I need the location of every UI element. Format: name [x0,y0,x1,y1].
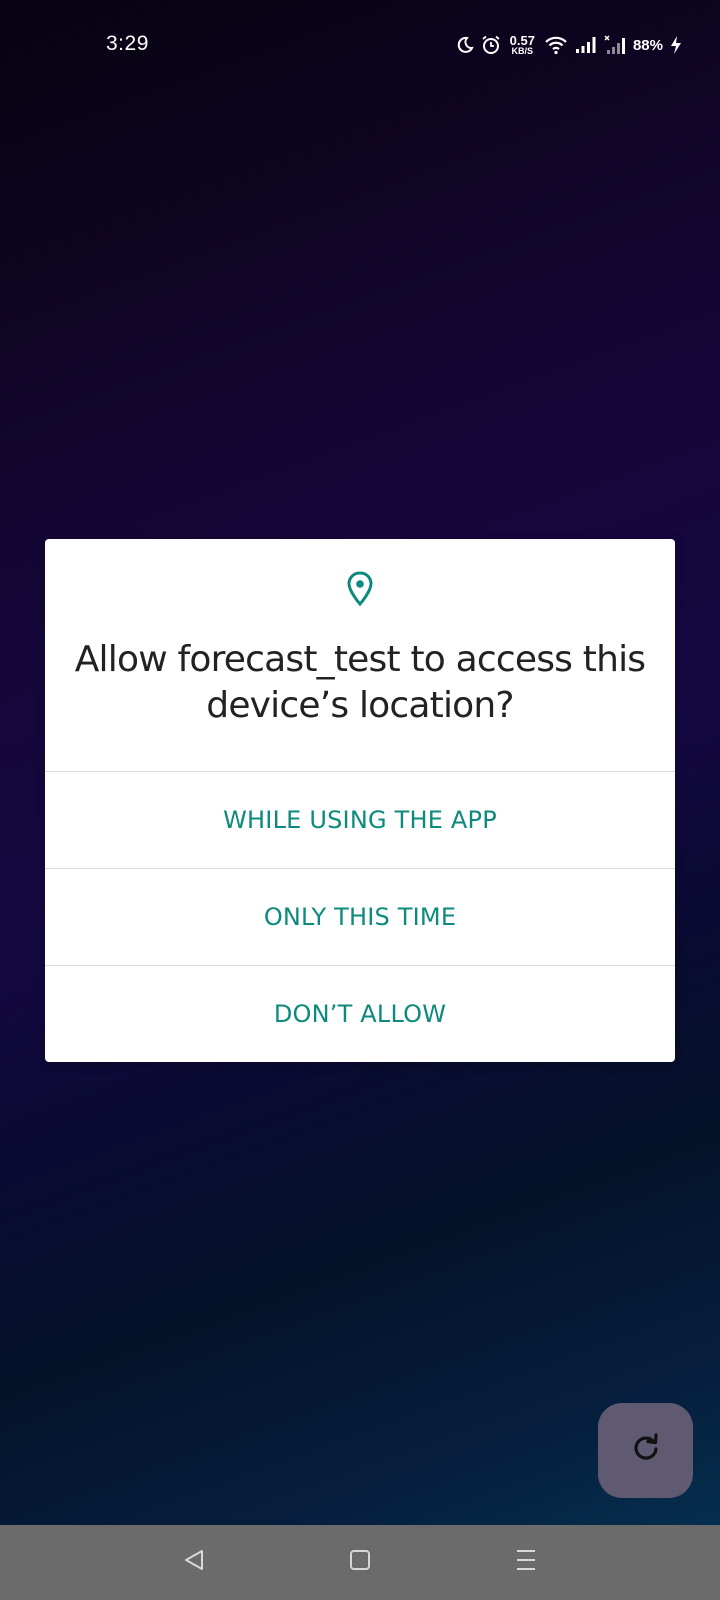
location-pin-icon [346,571,374,612]
location-permission-dialog: Allow forecast_test to access this devic… [45,539,675,1062]
home-icon [348,1548,372,1577]
only-this-time-button[interactable]: ONLY THIS TIME [45,869,675,966]
dont-allow-button[interactable]: DON’T ALLOW [45,966,675,1062]
status-time: 3:29 [106,32,149,55]
dialog-header: Allow forecast_test to access this devic… [45,539,675,772]
moon-icon [456,36,474,54]
back-icon [182,1548,206,1577]
signal-icon [575,36,597,54]
alarm-icon [481,35,501,55]
recents-icon [514,1548,538,1577]
charging-icon [670,35,682,55]
refresh-button[interactable] [598,1403,693,1498]
while-using-app-button[interactable]: WHILE USING THE APP [45,772,675,869]
net-speed: 0.57 KB/S [510,34,535,56]
status-icons: 0.57 KB/S 88% [456,30,682,60]
dialog-title: Allow forecast_test to access this devic… [74,639,646,726]
net-speed-unit: KB/S [511,46,534,56]
home-button[interactable] [343,1545,377,1579]
status-bar: 3:29 0.57 KB/S 88% [0,0,720,90]
recents-button[interactable] [509,1545,543,1579]
refresh-icon [631,1433,661,1468]
battery-level: 88% [632,36,663,54]
wifi-icon [544,35,568,55]
back-button[interactable] [177,1545,211,1579]
signal-no-service-icon [604,35,626,55]
navigation-bar [0,1525,720,1600]
